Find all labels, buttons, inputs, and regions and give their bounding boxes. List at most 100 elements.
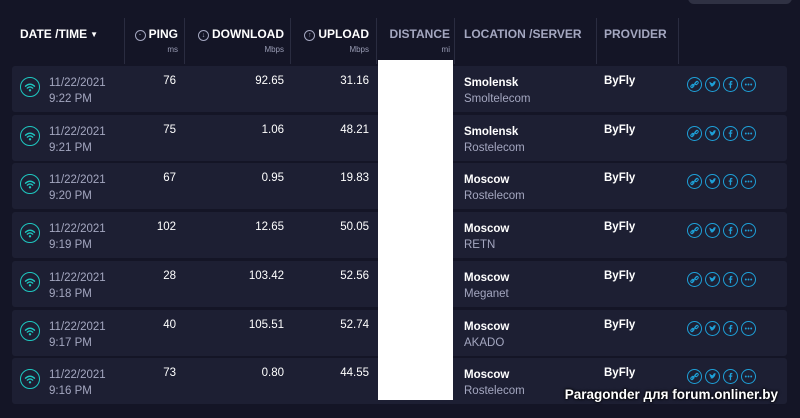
more-icon[interactable] [741,125,756,141]
result-time: 9:19 PM [49,239,92,252]
results-page: DATE /TIME ▼ · PING ms ↓ DOWNLOAD Mbps ↑ UPL… [0,0,800,418]
result-time: 9:16 PM [49,385,92,398]
ping-unit: ms [167,45,178,54]
header-ping: PING [148,27,178,41]
date-time-cell: 11/22/2021 9:20 PM [49,172,139,204]
sort-download[interactable]: ↓ DOWNLOAD Mbps [184,18,290,64]
link-icon[interactable] [687,77,702,92]
row-actions [687,125,759,142]
download-value: 92.65 [255,75,284,87]
date-time-cell: 11/22/2021 9:22 PM [49,75,139,107]
more-icon[interactable] [741,369,756,385]
twitter-icon[interactable] [705,77,720,92]
ping-value: 102 [156,221,176,234]
link-icon[interactable] [687,174,702,190]
provider-name: ByFly [604,318,636,331]
upload-unit: Mbps [349,45,369,54]
upload-value: 48.21 [340,123,369,136]
download-value: 105.51 [248,318,284,331]
more-icon[interactable] [741,223,756,239]
sort-date-time[interactable]: DATE /TIME ▼ [12,18,124,64]
result-time: 9:20 PM [49,190,92,203]
header-divider [454,18,455,64]
sort-ping[interactable]: · PING ms [124,18,184,64]
twitter-icon[interactable] [705,174,720,190]
server-cell: Smolensk Rostelecom [464,124,594,156]
sort-caret-icon: ▼ [90,30,99,39]
wifi-icon [20,77,40,97]
result-date: 11/22/2021 [49,320,106,333]
header-distance: DISTANCE [389,27,450,41]
facebook-icon[interactable] [723,223,738,239]
server-cell: Moscow Meganet [464,270,594,302]
provider-name: ByFly [604,172,636,185]
upload-value: 44.55 [340,367,369,380]
upload-icon: ↑ [304,30,316,41]
upload-value: 52.74 [340,318,369,331]
top-right-button[interactable] [688,0,792,4]
result-date: 11/22/2021 [49,77,106,89]
distance-unit: mi [441,45,450,54]
redacted-distance-block [378,60,453,400]
twitter-icon[interactable] [705,320,720,336]
sort-location-server[interactable]: LOCATION /SERVER [456,18,596,64]
more-icon[interactable] [741,174,756,190]
result-date: 11/22/2021 [49,223,106,236]
upload-value: 50.05 [340,221,369,234]
header-divider [184,18,185,64]
twitter-icon[interactable] [705,125,720,141]
sort-provider[interactable]: PROVIDER [596,18,678,64]
provider-name: ByFly [604,221,636,234]
link-icon[interactable] [687,320,702,336]
header-provider: PROVIDER [604,27,667,41]
more-icon[interactable] [741,271,756,287]
server-city: Moscow [464,369,510,382]
ping-icon: · [134,30,146,41]
link-icon[interactable] [687,271,702,287]
date-time-cell: 11/22/2021 9:16 PM [49,367,139,399]
result-date: 11/22/2021 [49,125,106,138]
watermark: Paragonder для forum.onliner.by [564,387,778,402]
link-icon[interactable] [687,369,702,385]
row-actions [687,77,759,93]
download-value: 12.65 [255,221,284,234]
table-header: DATE /TIME ▼ · PING ms ↓ DOWNLOAD Mbps ↑ UPL… [12,18,787,64]
more-icon[interactable] [741,320,756,336]
server-isp: Rostelecom [464,141,525,154]
facebook-icon[interactable] [723,320,738,336]
facebook-icon[interactable] [723,271,738,287]
more-icon[interactable] [741,77,756,92]
row-actions [687,271,759,288]
facebook-icon[interactable] [723,125,738,141]
date-time-cell: 11/22/2021 9:19 PM [49,221,139,253]
facebook-icon[interactable] [723,77,738,92]
link-icon[interactable] [687,223,702,239]
facebook-icon[interactable] [723,174,738,190]
server-city: Smolensk [464,125,519,138]
server-isp: Smoltelecom [464,93,531,105]
sort-distance[interactable]: DISTANCE mi [378,18,454,64]
result-time: 9:21 PM [49,141,92,154]
row-actions [687,369,759,385]
wifi-icon [20,320,40,341]
ping-value: 40 [163,318,176,331]
server-isp: Meganet [464,287,509,300]
date-time-cell: 11/22/2021 9:18 PM [49,270,139,302]
ping-value: 67 [163,172,176,185]
row-actions [687,320,759,337]
header-divider [376,18,377,64]
header-divider [124,18,125,64]
link-icon[interactable] [687,125,702,141]
row-actions [687,174,759,190]
facebook-icon[interactable] [723,369,738,385]
server-cell: Smolensk Smoltelecom [464,75,594,107]
sort-upload[interactable]: ↑ UPLOAD Mbps [290,18,375,64]
twitter-icon[interactable] [705,223,720,239]
wifi-icon [20,174,40,195]
result-date: 11/22/2021 [49,271,106,284]
header-divider [290,18,291,64]
header-location-server: LOCATION /SERVER [464,27,582,41]
twitter-icon[interactable] [705,369,720,385]
server-city: Smolensk [464,77,519,89]
twitter-icon[interactable] [705,271,720,287]
